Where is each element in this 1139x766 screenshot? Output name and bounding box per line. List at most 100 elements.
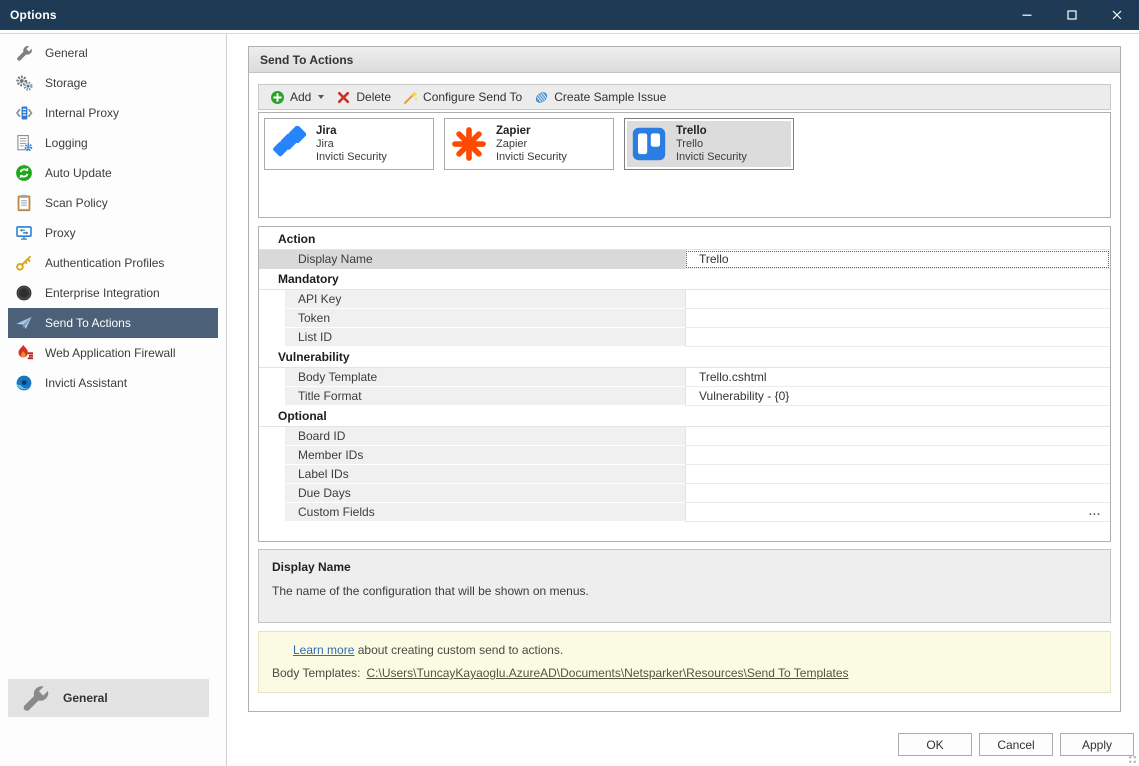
auto-update-icon: [15, 164, 33, 182]
sidebar-item-auto-update[interactable]: Auto Update: [8, 158, 218, 188]
row-gutter: [259, 309, 285, 328]
toolbar-button-configure-send-to[interactable]: Configure Send To: [397, 88, 528, 107]
toolbar-button-add[interactable]: Add: [264, 88, 330, 107]
info-bar: Learn more about creating custom send to…: [258, 631, 1111, 693]
cancel-button[interactable]: Cancel: [979, 733, 1053, 756]
dialog-buttons: OK Cancel Apply: [898, 733, 1134, 756]
configure-wand-icon: [403, 90, 418, 105]
property-description-box: Display Name The name of the configurati…: [258, 549, 1111, 623]
toolbar-button-label: Configure Send To: [423, 90, 522, 104]
close-button[interactable]: [1094, 0, 1139, 30]
maximize-button[interactable]: [1049, 0, 1094, 30]
card-vendor: Invicti Security: [496, 151, 567, 164]
grid-row-label: Label IDs: [285, 465, 685, 484]
card-subtitle: Zapier: [496, 138, 567, 151]
learn-more-link[interactable]: Learn more: [293, 643, 354, 657]
row-gutter: [259, 368, 285, 387]
sidebar-item-scan-policy[interactable]: Scan Policy: [8, 188, 218, 218]
sidebar-item-invicti-assistant[interactable]: Invicti Assistant: [8, 368, 218, 398]
close-icon: [1109, 7, 1125, 23]
send-to-card-trello[interactable]: TrelloTrelloInvicti Security: [624, 118, 794, 170]
body-templates-path-link[interactable]: C:\Users\TuncayKayaoglu.AzureAD\Document…: [367, 666, 849, 680]
body-templates-label: Body Templates:: [272, 666, 361, 680]
add-icon: [270, 90, 285, 105]
proxy-monitor-icon: [15, 224, 33, 242]
send-to-card-jira[interactable]: JiraJiraInvicti Security: [264, 118, 434, 170]
grid-row-label: Title Format: [285, 387, 685, 406]
grid-row-value-board-id[interactable]: [685, 427, 1110, 446]
grid-row-label: Body Template: [285, 368, 685, 387]
sidebar-item-label: Send To Actions: [45, 316, 131, 330]
grid-row-value-api-key[interactable]: [685, 290, 1110, 309]
toolbar-button-label: Delete: [356, 90, 391, 104]
resize-grip-icon[interactable]: [1128, 755, 1137, 764]
row-gutter: [259, 290, 285, 309]
sidebar-item-proxy[interactable]: Proxy: [8, 218, 218, 248]
grid-row-value-due-days[interactable]: [685, 484, 1110, 503]
sidebar-footer-label: General: [63, 691, 108, 705]
card-vendor: Invicti Security: [676, 151, 747, 164]
send-to-card-zapier[interactable]: ZapierZapierInvicti Security: [444, 118, 614, 170]
panel-header: Send To Actions: [249, 47, 1120, 73]
sidebar-item-general[interactable]: General: [8, 38, 218, 68]
grid-category-mandatory: Mandatory: [259, 269, 1110, 290]
grid-row-value-custom-fields[interactable]: ...: [685, 503, 1110, 522]
delete-icon: [336, 90, 351, 105]
grid-row-display-name: Display Name Trello: [259, 250, 1110, 269]
grid-row-label: Display Name: [285, 250, 685, 269]
send-to-action-cards: JiraJiraInvicti Security ZapierZapierInvi…: [258, 112, 1111, 218]
row-gutter: [259, 427, 285, 446]
body-templates-line: Body Templates: C:\Users\TuncayKayaoglu.…: [272, 666, 1097, 680]
grid-row-value-display-name[interactable]: Trello: [685, 250, 1110, 269]
toolbar: Add Delete Configure Send To Create Sample …: [258, 84, 1111, 110]
sidebar-item-enterprise-integration[interactable]: Enterprise Integration: [8, 278, 218, 308]
ok-button[interactable]: OK: [898, 733, 972, 756]
row-gutter: [259, 503, 285, 522]
sidebar-item-label: Scan Policy: [45, 196, 108, 210]
window-controls: [1004, 0, 1139, 30]
ellipsis-button[interactable]: ...: [1089, 503, 1101, 521]
row-gutter: [259, 387, 285, 406]
apply-button[interactable]: Apply: [1060, 733, 1134, 756]
sidebar-item-label: Authentication Profiles: [45, 256, 164, 270]
sidebar-item-send-to-actions[interactable]: Send To Actions: [8, 308, 218, 338]
info-icon: [272, 642, 287, 657]
grid-row-label: API Key: [285, 290, 685, 309]
grid-row-value-body-template[interactable]: Trello.cshtml: [685, 368, 1110, 387]
minimize-button[interactable]: [1004, 0, 1049, 30]
grid-category-action: Action: [259, 229, 1110, 250]
grid-row-value-token[interactable]: [685, 309, 1110, 328]
sidebar-item-authentication-profiles[interactable]: Authentication Profiles: [8, 248, 218, 278]
maximize-icon: [1064, 7, 1080, 23]
firewall-flame-icon: [15, 344, 33, 362]
toolbar-button-label: Create Sample Issue: [554, 90, 666, 104]
grid-row-value-label-ids[interactable]: [685, 465, 1110, 484]
grid-row-board-id: Board ID: [259, 427, 1110, 446]
row-gutter: [259, 328, 285, 347]
row-gutter: [259, 250, 285, 269]
grid-row-value-member-ids[interactable]: [685, 446, 1110, 465]
sidebar-item-internal-proxy[interactable]: Internal Proxy: [8, 98, 218, 128]
send-to-actions-panel: Send To Actions Add Delete Configure Send …: [248, 46, 1121, 712]
gears-icon: [15, 74, 33, 92]
card-subtitle: Jira: [316, 138, 387, 151]
grid-row-token: Token: [259, 309, 1110, 328]
grid-row-value-text: Trello: [699, 252, 729, 266]
card-text: JiraJiraInvicti Security: [316, 125, 387, 164]
grid-category-vulnerability: Vulnerability: [259, 347, 1110, 368]
toolbar-button-create-sample-issue[interactable]: Create Sample Issue: [528, 88, 672, 107]
grid-row-label-ids: Label IDs: [259, 465, 1110, 484]
sidebar-item-storage[interactable]: Storage: [8, 68, 218, 98]
grid-row-custom-fields: Custom Fields...: [259, 503, 1110, 522]
toolbar-button-delete[interactable]: Delete: [330, 88, 397, 107]
grid-row-value-list-id[interactable]: [685, 328, 1110, 347]
sidebar-item-web-application-firewall[interactable]: Web Application Firewall: [8, 338, 218, 368]
grid-row-label: List ID: [285, 328, 685, 347]
paper-plane-icon: [15, 314, 33, 332]
scan-policy-icon: [15, 194, 33, 212]
grid-row-member-ids: Member IDs: [259, 446, 1110, 465]
key-icon: [15, 254, 33, 272]
grid-row-value-title-format[interactable]: Vulnerability - {0}: [685, 387, 1110, 406]
sidebar-item-logging[interactable]: Logging: [8, 128, 218, 158]
card-vendor: Invicti Security: [316, 151, 387, 164]
